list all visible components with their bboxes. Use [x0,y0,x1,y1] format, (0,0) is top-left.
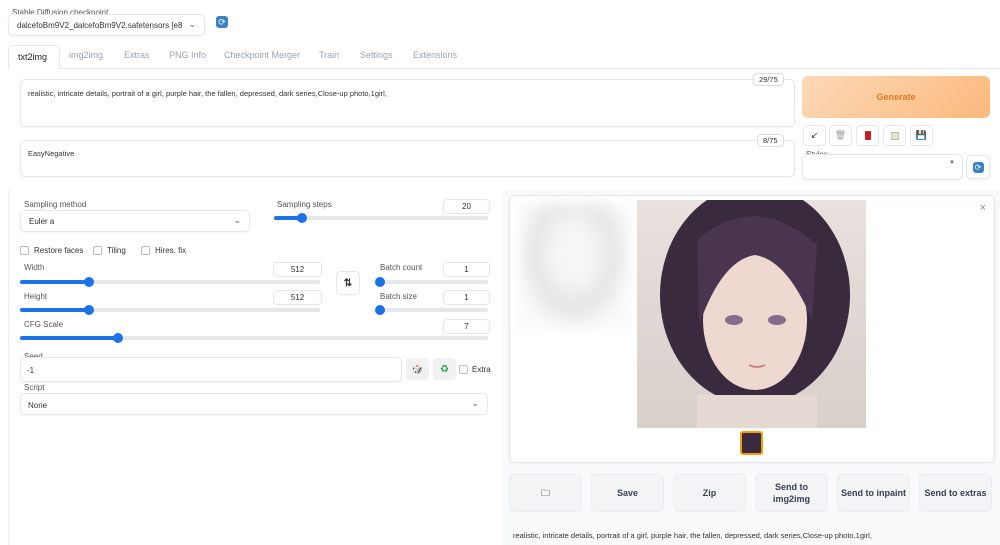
batch-count-value[interactable]: 1 [443,262,490,277]
panel-border [8,190,9,545]
dropdown-arrow-icon: ▼ [949,160,955,166]
save-style-icon[interactable]: 💾 [910,125,933,146]
save-button[interactable]: Save [591,473,664,512]
chevron-down-icon: ⌄ [471,398,479,408]
sampling-steps-value[interactable]: 20 [443,199,490,214]
gallery-thumbnail[interactable] [740,431,763,455]
seed-input[interactable]: -1 [20,357,402,382]
output-gallery: × [509,195,995,463]
batch-size-label: Batch size [380,292,417,301]
tab-settings[interactable]: Settings [360,50,393,60]
generation-info-text: realistic, intricate details, portrait o… [513,531,872,540]
tab-divider [8,68,1000,69]
sampling-steps-slider[interactable] [274,213,488,223]
checkpoint-value: dalcefoBm9V2_dalcefoBm9V2.safetensors [e… [17,21,182,30]
script-select[interactable]: None ⌄ [20,393,488,415]
hires-fix-checkbox[interactable] [141,246,150,255]
apply-style-icon[interactable] [883,125,906,146]
slider-fill [20,280,89,284]
sampling-steps-label: Sampling steps [277,200,332,209]
tab-extras[interactable]: Extras [124,50,150,60]
width-label: Width [24,263,45,272]
reuse-seed-recycle-icon[interactable]: ♻ [433,358,456,380]
slider-thumb[interactable] [113,333,124,343]
refresh-styles-button[interactable]: ⟳ [966,155,990,179]
chevron-down-icon: ⌄ [233,215,241,225]
slider-thumb[interactable] [84,277,94,287]
slider-thumb[interactable] [296,213,307,223]
prompt-token-counter: 29/75 [753,73,784,86]
slider-thumb[interactable] [375,305,385,315]
hires-fix-label: Hires. fix [155,246,187,255]
swap-icon: ⇅ [343,277,353,289]
checkpoint-select[interactable]: dalcefoBm9V2_dalcefoBm9V2.safetensors [e… [8,14,205,36]
cfg-scale-value[interactable]: 7 [443,319,490,334]
sampling-method-label: Sampling method [24,200,87,209]
trash-icon[interactable]: 🗑 [829,125,852,146]
script-label: Script [24,383,45,392]
generated-image[interactable] [637,200,866,428]
cfg-scale-label: CFG Scale [24,320,64,329]
tiling-checkbox[interactable] [93,246,102,255]
batch-size-slider[interactable] [375,305,488,315]
slider-thumb[interactable] [375,277,385,287]
zip-button[interactable]: Zip [673,473,746,512]
read-params-icon[interactable]: ↙ [803,125,826,146]
tab-png-info[interactable]: PNG Info [169,50,206,60]
styles-select[interactable]: ▼ [802,154,963,180]
restore-faces-label: Restore faces [34,246,84,255]
slider-fill [20,308,89,312]
extra-networks-icon[interactable] [856,125,879,146]
swap-dimensions-button[interactable]: ⇅ [336,271,360,295]
folder-icon: 🗀 [540,487,550,498]
chevron-down-icon: ⌄ [188,19,196,29]
send-to-extras-button[interactable]: Send to extras [919,473,992,512]
height-label: Height [24,292,48,301]
width-value[interactable]: 512 [273,262,322,277]
batch-count-label: Batch count [380,263,423,272]
prompt-input[interactable]: realistic, intricate details, portrait o… [20,79,795,127]
width-slider[interactable] [20,277,320,287]
height-value[interactable]: 512 [273,290,322,305]
send-to-img2img-button[interactable]: Send to img2img [755,473,828,512]
sampling-method-select[interactable]: Euler a ⌄ [20,210,250,232]
send-to-inpaint-button[interactable]: Send to inpaint [837,473,910,512]
open-folder-button[interactable]: 🗀 [509,473,582,512]
tab-img2img[interactable]: img2img [69,50,103,60]
batch-size-value[interactable]: 1 [443,290,490,305]
close-icon[interactable]: × [980,202,986,214]
negative-token-counter: 8/75 [757,134,784,147]
refresh-icon: ⟳ [972,161,984,173]
tab-checkpoint-merger[interactable]: Checkpoint Merger [224,50,300,60]
negative-prompt-input[interactable]: EasyNegative [20,140,795,177]
cfg-scale-slider[interactable] [20,333,488,343]
height-slider[interactable] [20,305,320,315]
random-seed-dice-icon[interactable]: 🎲 [406,358,429,380]
ghost-preview-image [518,204,630,329]
refresh-checkpoint-icon[interactable]: ⟳ [216,16,228,28]
restore-faces-checkbox[interactable] [20,246,29,255]
portrait-image [660,200,850,428]
tab-txt2img[interactable]: txt2img [8,45,60,69]
tab-extensions[interactable]: Extensions [413,50,457,60]
extra-seed-checkbox[interactable] [459,365,468,374]
extra-label: Extra [472,365,491,374]
tiling-label: Tiling [107,246,126,255]
generate-button[interactable]: Generate [802,76,990,118]
slider-fill [20,336,119,340]
slider-thumb[interactable] [84,305,94,315]
batch-count-slider[interactable] [375,277,488,287]
tab-train[interactable]: Train [319,50,339,60]
